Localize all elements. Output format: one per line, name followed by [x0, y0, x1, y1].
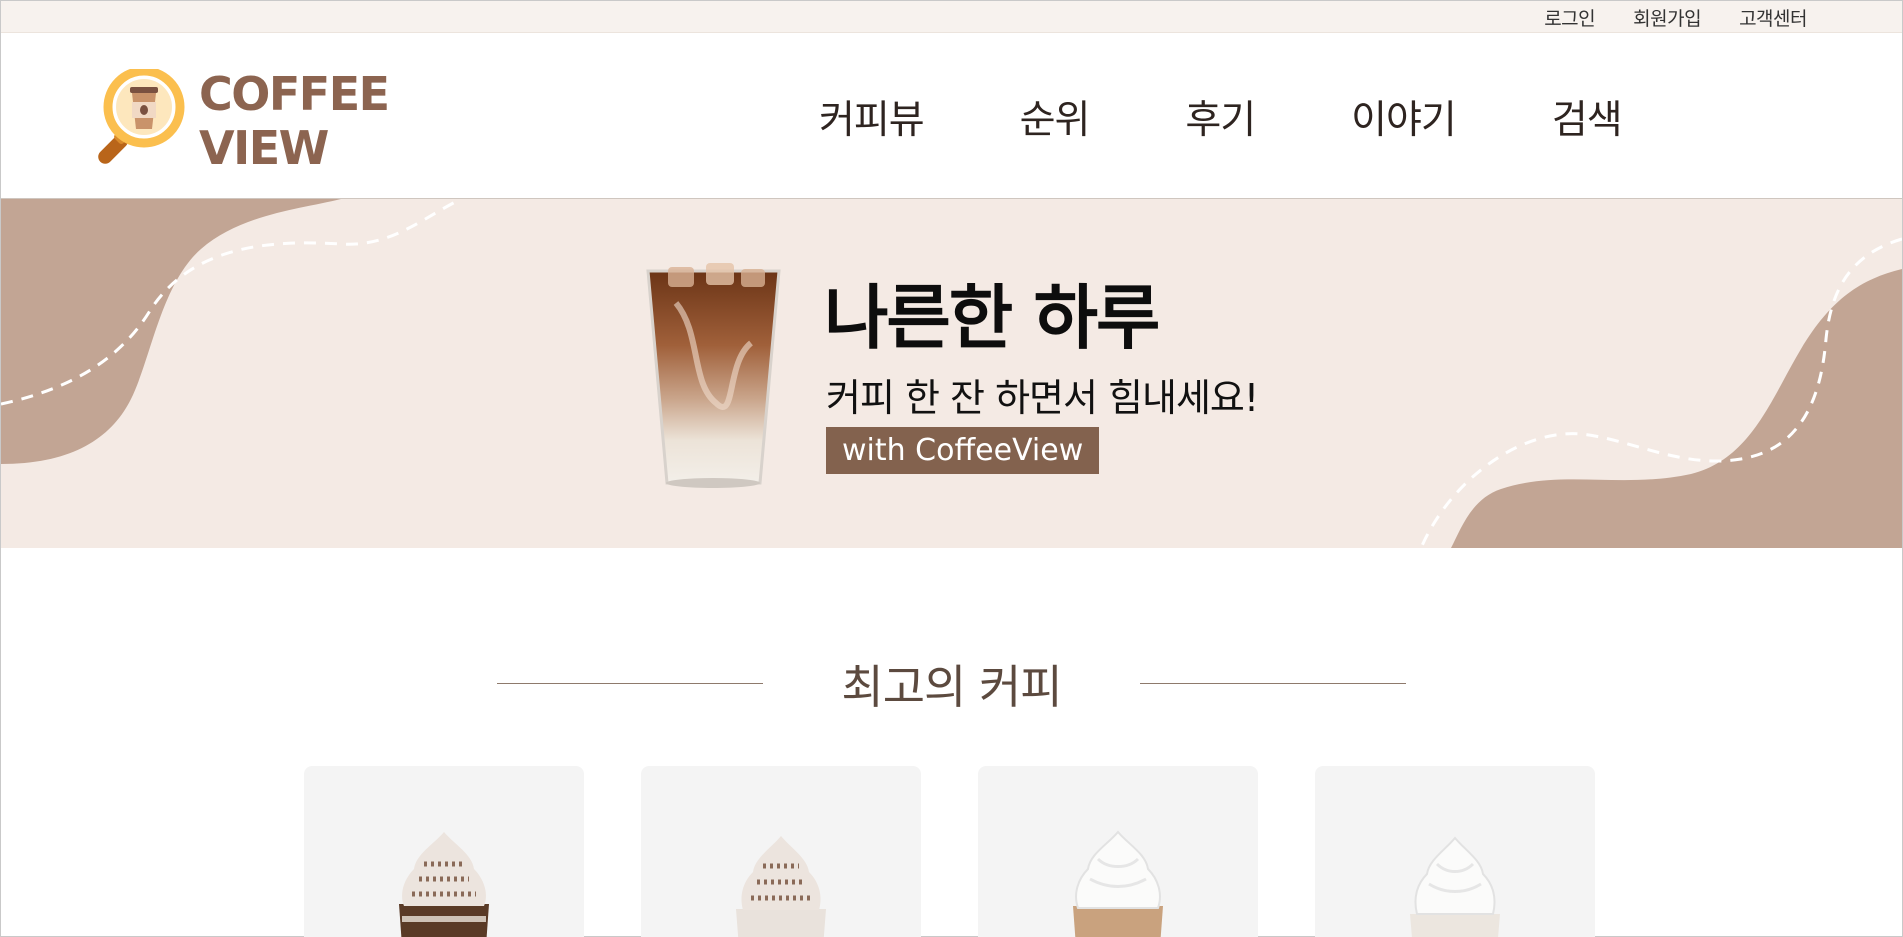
coffee-card[interactable] [304, 766, 584, 937]
cocoa-whipped-drink-image [736, 836, 826, 937]
nav-item-reviews[interactable]: 후기 [1185, 89, 1256, 145]
top-utility-bar: 로그인 회원가입 고객센터 [1, 1, 1902, 33]
logo-line-view: VIEW [199, 121, 329, 175]
cream-whipped-drink-image [1073, 830, 1163, 937]
nav-item-coffeeview[interactable]: 커피뷰 [819, 89, 925, 145]
logo-line-coffee: COFFEE [199, 67, 390, 121]
banner-headline: 나른한 하루 [824, 277, 1160, 359]
coffee-card-list [304, 766, 1595, 937]
site-logo[interactable]: COFFEE VIEW [94, 67, 390, 175]
nav-item-ranking[interactable]: 순위 [1020, 89, 1091, 145]
utility-links: 로그인 회원가입 고객센터 [1544, 4, 1807, 31]
coffee-card[interactable] [1315, 766, 1595, 937]
banner-subline: 커피 한 잔 하면서 힘내세요! [826, 376, 1259, 420]
site-header: COFFEE VIEW 커피뷰 순위 후기 이야기 검색 [1, 33, 1902, 199]
coffee-card[interactable] [978, 766, 1258, 937]
login-link[interactable]: 로그인 [1544, 4, 1595, 31]
customer-center-link[interactable]: 고객센터 [1739, 4, 1807, 31]
cocoa-whipped-drink-image [399, 832, 489, 937]
nav-item-search[interactable]: 검색 [1552, 89, 1623, 145]
banner-tag: with CoffeeView [826, 427, 1100, 474]
logo-wordmark: COFFEE VIEW [199, 67, 390, 175]
iced-latte-image [646, 263, 781, 488]
best-coffee-heading: 최고의 커피 [1, 651, 1902, 714]
main-nav: 커피뷰 순위 후기 이야기 검색 [819, 89, 1623, 145]
coffee-card[interactable] [641, 766, 921, 937]
heading-divider-right [1140, 683, 1406, 684]
nav-item-stories[interactable]: 이야기 [1351, 89, 1457, 145]
coffee-magnifier-logo-icon [98, 69, 185, 164]
section-title: 최고의 커피 [841, 660, 1062, 714]
signup-link[interactable]: 회원가입 [1633, 4, 1701, 31]
hero-banner[interactable]: 나른한 하루 커피 한 잔 하면서 힘내세요! with CoffeeView [1, 199, 1902, 548]
cream-whipped-drink-image [1410, 836, 1500, 937]
